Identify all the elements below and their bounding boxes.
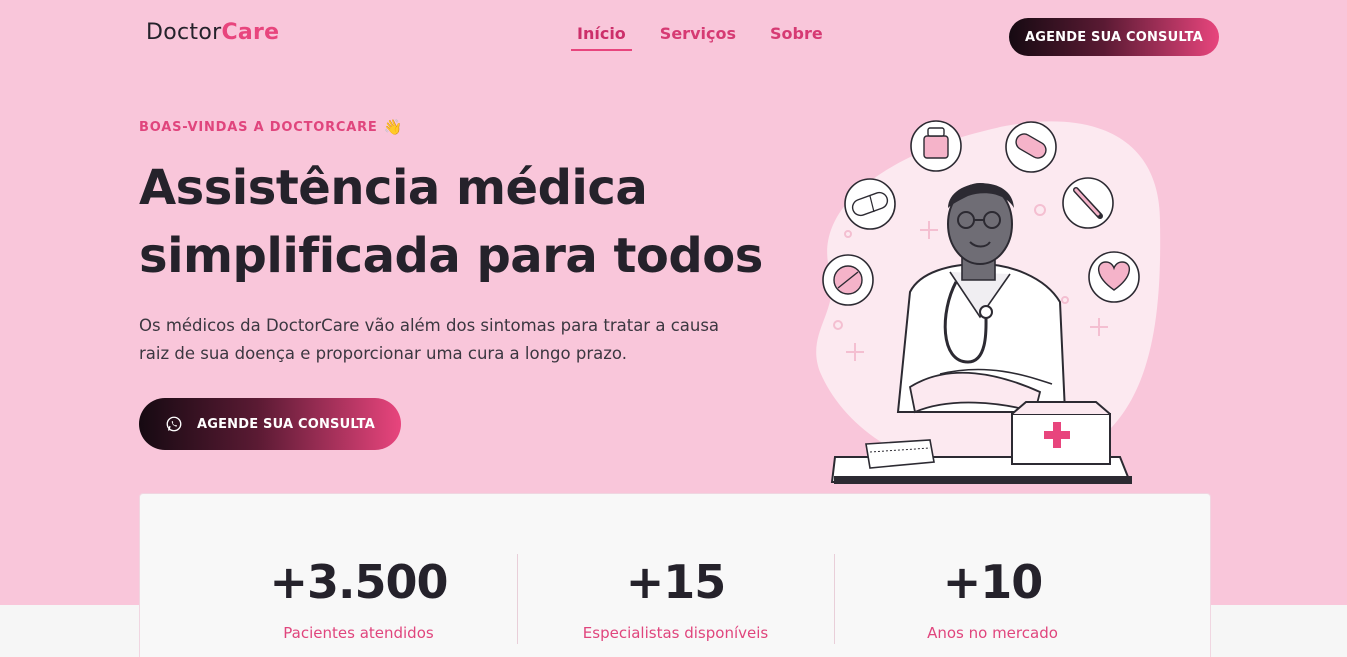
stat-label: Especialistas disponíveis — [582, 624, 769, 642]
header-schedule-button[interactable]: AGENDE SUA CONSULTA — [1009, 18, 1219, 56]
stat-label: Anos no mercado — [927, 624, 1058, 642]
hero-headline: Assistência médica simplificada para tod… — [139, 154, 779, 290]
hero-eyebrow: BOAS-VINDAS A DOCTORCARE 👋 — [139, 118, 403, 136]
whatsapp-icon — [166, 416, 182, 432]
main-nav: Início Serviços Sobre — [571, 24, 851, 51]
stat-value: +10 — [942, 555, 1044, 609]
stat-years: +10 Anos no mercado — [834, 554, 1151, 644]
logo-suffix: Care — [221, 20, 280, 45]
stat-value: +15 — [625, 555, 727, 609]
eyebrow-text: BOAS-VINDAS A DOCTORCARE — [139, 119, 378, 135]
nav-link-servicos[interactable]: Serviços — [654, 24, 742, 51]
stat-label: Pacientes atendidos — [283, 624, 434, 642]
hero-button-label: AGENDE SUA CONSULTA — [196, 416, 376, 432]
nav-link-inicio[interactable]: Início — [571, 24, 632, 51]
headline-line-1: Assistência médica — [139, 160, 648, 216]
logo[interactable]: DoctorCare — [146, 20, 279, 45]
waving-hand-icon: 👋 — [383, 118, 404, 136]
stats-section: +3.500 Pacientes atendidos +15 Especiali… — [139, 493, 1211, 657]
headline-line-2: simplificada para todos — [139, 228, 763, 284]
nav-link-sobre[interactable]: Sobre — [764, 24, 829, 51]
stat-specialists: +15 Especialistas disponíveis — [517, 554, 834, 644]
stat-patients: +3.500 Pacientes atendidos — [200, 554, 517, 644]
logo-prefix: Doctor — [146, 20, 222, 45]
doctor-illustration — [816, 120, 1161, 484]
stat-value: +3.500 — [269, 555, 448, 609]
hero-description: Os médicos da DoctorCare vão além dos si… — [139, 316, 720, 363]
hero-schedule-button[interactable]: AGENDE SUA CONSULTA — [139, 398, 401, 450]
